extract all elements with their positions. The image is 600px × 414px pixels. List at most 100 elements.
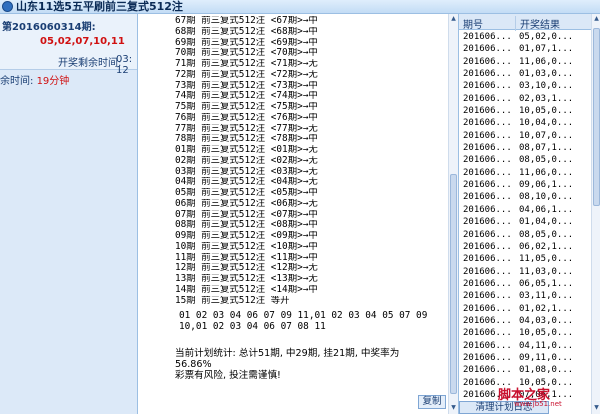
table-row[interactable]: 201606... 08,05,0... [459,229,591,241]
result-cell: 10,05,0... [519,106,574,117]
result-cell: 01,04,0... [519,217,574,228]
issue-cell: 201606... [463,130,512,141]
plan-row: 13期 前三复式512注 <13期>→无 [175,274,318,284]
table-row[interactable]: 201606... 11,03,0... [459,266,591,278]
table-row[interactable]: 201606... 01,07,1... [459,43,591,55]
table-row[interactable]: 201606... 10,05,0... [459,105,591,117]
plan-scrollbar[interactable]: ▲ ▼ [448,14,458,414]
result-cell: 03,10,0... [519,81,574,92]
issue-cell: 201606... [463,180,512,191]
table-row[interactable]: 201606... 09,11,0... [459,352,591,364]
issue-cell: 201606... [463,365,512,376]
issue-cell: 201606... [463,328,512,339]
issue-cell: 201606... [463,291,512,302]
header-issue: 期号 [463,20,483,31]
table-row[interactable]: 201606... 08,10,0... [459,191,591,203]
table-row[interactable]: 201606... 04,11,0... [459,340,591,352]
results-header: 期号 开奖结果 [459,14,591,31]
plan-row: 70期 前三复式512注 <70期>→中 [175,48,318,59]
result-cell: 11,06,0... [519,167,574,178]
plan-row: 71期 前三复式512注 <71期>→无 [175,59,318,69]
table-row[interactable]: 201606... 09,06,1... [459,179,591,191]
plan-row: 02期 前三复式512注 <02期>→无 [175,155,318,166]
plan-row: 72期 前三复式512注 <72期>→无 [175,69,318,80]
plan-row: 10期 前三复式512注 <10期>→中 [175,241,318,252]
table-row[interactable]: 201606... 10,07,0... [459,130,591,142]
result-cell: 04,03,0... [519,315,574,326]
numbers-line: 01 02 03 04 06 07 09 11,01 02 03 04 05 0… [179,310,428,321]
plan-row: 01期 前三复式512注 <01期>→无 [175,145,318,155]
plan-row: 09期 前三复式512注 <09期>→中 [175,231,318,241]
table-row[interactable]: 201606... 05,02,0... [459,31,591,43]
scrollbar-thumb[interactable] [450,174,457,394]
table-row[interactable]: 201606... 08,05,0... [459,154,591,166]
scroll-down-icon[interactable]: ▼ [593,404,600,412]
issue-cell: 201606... [463,352,512,363]
stats-rate: 56.86% [175,359,212,370]
result-cell: 11,05,0... [519,254,574,265]
recommended-numbers: 01 02 03 04 06 07 09 11,01 02 03 04 05 0… [179,310,427,332]
table-row[interactable]: 201606... 10,05,0... [459,327,591,339]
plan-row: 15期 前三复式512注 等开 [175,295,290,306]
result-cell: 09,06,1... [519,180,574,191]
result-cell: 01,08,0... [519,365,574,376]
plan-list: 67期 前三复式512注 <67期>→中 68期 前三复式512注 <68期>→中… [175,16,445,306]
plan-row: 07期 前三复式512注 <07期>→中 [175,209,318,220]
table-row[interactable]: 201606... 11,06,0... [459,167,591,179]
table-row[interactable]: 201606... 11,05,0... [459,253,591,265]
scroll-up-icon[interactable]: ▲ [593,15,600,23]
issue-cell: 201606... [463,254,512,265]
issue-title: 第2016060314期: [2,22,96,33]
remaining-value: 19分钟 [36,76,70,87]
scrollbar-thumb[interactable] [593,28,600,206]
left-panel: 第2016060314期: 05,02,07,10,11 开奖剩余时间: 03:… [0,14,138,414]
table-row[interactable]: 201606... 08,07,1... [459,142,591,154]
table-row[interactable]: 201606... 06,05,1... [459,278,591,290]
issue-cell: 201606... [463,93,512,104]
issue-cell: 201606... [463,56,512,67]
issue-cell: 201606... [463,266,512,277]
plan-row: 03期 前三复式512注 <03期>→无 [175,166,318,177]
issue-cell: 201606... [463,303,512,314]
result-cell: 08,07,1... [519,143,574,154]
results-scrollbar[interactable]: ▲ ▼ [591,14,600,414]
watermark-url: www.jb51.net [514,400,562,408]
result-cell: 11,06,0... [519,56,574,67]
table-row[interactable]: 201606... 03,10,0... [459,80,591,92]
result-cell: 06,05,1... [519,278,574,289]
plan-row: 74期 前三复式512注 <74期>→中 [175,91,318,102]
result-cell: 09,11,0... [519,352,574,363]
plan-row: 77期 前三复式512注 <77期>→无 [175,123,318,134]
table-row[interactable]: 201606... 06,02,1... [459,241,591,253]
table-row[interactable]: 201606... 01,08,0... [459,364,591,376]
table-row[interactable]: 201606... 04,06,1... [459,204,591,216]
header-result: 开奖结果 [515,16,560,31]
result-cell: 11,03,0... [519,266,574,277]
table-row[interactable]: 201606... 04,03,0... [459,315,591,327]
table-row[interactable]: 201606... 11,06,0... [459,56,591,68]
draw-time-value: 03: 12 [116,54,133,76]
result-cell: 04,06,1... [519,204,574,215]
table-row[interactable]: 201606... 02,03,1... [459,93,591,105]
result-cell: 01,02,1... [519,303,574,314]
plan-log-textarea[interactable]: 67期 前三复式512注 <67期>→中 68期 前三复式512注 <68期>→中… [170,14,455,414]
issue-cell: 201606... [463,192,512,203]
result-cell: 04,11,0... [519,340,574,351]
table-row[interactable]: 201606... 03,11,0... [459,290,591,302]
plan-row: 06期 前三复式512注 <06期>→无 [175,198,318,209]
plan-row: 73期 前三复式512注 <73期>→中 [175,80,318,91]
scroll-up-icon[interactable]: ▲ [450,15,457,23]
plan-row: 08期 前三复式512注 <08期>→中 [175,220,318,231]
table-row[interactable]: 201606... 01,04,0... [459,216,591,228]
result-cell: 10,07,0... [519,130,574,141]
table-row[interactable]: 201606... 10,04,0... [459,117,591,129]
table-row[interactable]: 201606... 01,02,1... [459,303,591,315]
copy-button[interactable]: 复制 [418,395,446,409]
issue-cell: 201606... [463,167,512,178]
result-cell: 10,05,0... [519,328,574,339]
scroll-down-icon[interactable]: ▼ [450,404,457,412]
issue-cell: 201606... [463,229,512,240]
plan-row: 69期 前三复式512注 <69期>→中 [175,37,318,48]
table-row[interactable]: 201606... 01,03,0... [459,68,591,80]
plan-row: 14期 前三复式512注 <14期>→中 [175,284,318,295]
